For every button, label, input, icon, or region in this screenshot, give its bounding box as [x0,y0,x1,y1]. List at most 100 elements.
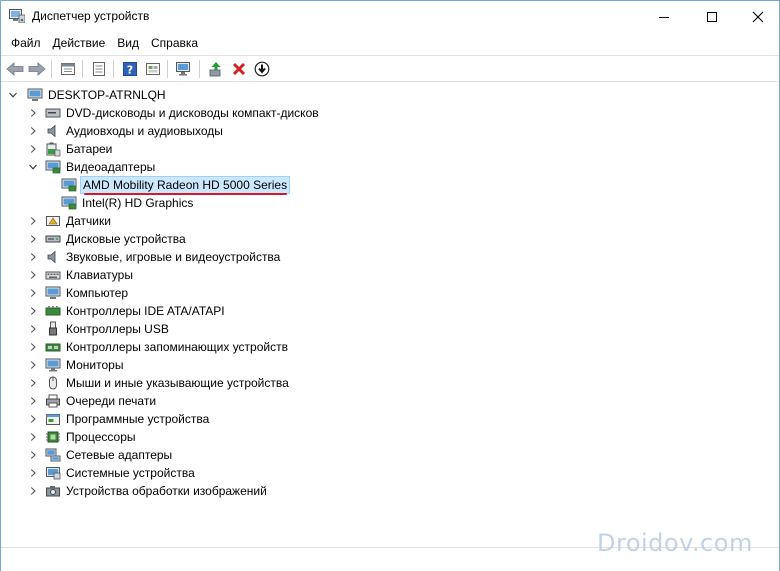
tree-category[interactable]: Мыши и иные указывающие устройства [27,374,291,392]
help-icon: ? [123,62,137,77]
chevron-right-icon[interactable] [27,320,39,338]
tree-category-label: Очереди печати [66,394,157,408]
mouse-icon [45,375,61,391]
keyboard-icon [45,267,61,283]
tree-category[interactable]: Контроллеры IDE ATA/ATAPI [27,302,227,320]
tree-root-label: DESKTOP-ATRNLQH [48,88,166,102]
tree-category[interactable]: Устройства обработки изображений [27,482,269,500]
chevron-right-icon[interactable] [27,248,39,266]
software-device-icon [45,411,61,427]
tree-device-label: Intel(R) HD Graphics [82,196,194,210]
chevron-right-icon[interactable] [27,464,39,482]
tree-category[interactable]: Аудиовходы и аудиовыходы [27,122,225,140]
chevron-down-icon[interactable] [27,158,39,176]
tree-category[interactable]: Дисковые устройства [27,230,188,248]
tree-device[interactable]: Intel(R) HD Graphics [51,194,195,212]
disk-icon [45,231,61,247]
chevron-right-icon[interactable] [27,140,39,158]
chevron-right-icon[interactable] [27,356,39,374]
tree-category[interactable]: Очереди печати [27,392,158,410]
chevron-right-icon[interactable] [27,392,39,410]
storage-controller-icon [45,339,61,355]
monitor-icon [45,357,61,373]
update-driver-icon [209,62,221,77]
chevron-right-icon[interactable] [27,212,39,230]
chevron-down-icon[interactable] [7,86,19,104]
chevron-right-icon[interactable] [27,410,39,428]
menu-help[interactable]: Справка [145,32,204,54]
forward-button[interactable] [27,59,47,79]
toolbar: ? [1,55,779,82]
dvd-icon [45,105,61,121]
tree-category[interactable]: Видеоадаптеры [27,158,157,176]
tree-category-label: Дисковые устройства [66,232,186,246]
update-driver-button[interactable] [206,59,226,79]
tree-root[interactable]: DESKTOP-ATRNLQH [7,86,168,104]
tree-category-label: Сетевые адаптеры [66,448,173,462]
tree-category[interactable]: Клавиатуры [27,266,135,284]
printer-icon [45,393,61,409]
tree-category[interactable]: Звуковые, игровые и видеоустройства [27,248,282,266]
chevron-right-icon[interactable] [27,104,39,122]
menu-file[interactable]: Файл [5,32,47,54]
chevron-right-icon[interactable] [27,338,39,356]
chevron-right-icon[interactable] [27,374,39,392]
menu-action[interactable]: Действие [47,32,112,54]
chevron-right-icon[interactable] [27,428,39,446]
device-manager-app-icon [9,9,25,23]
tree-category[interactable]: Батареи [27,140,114,158]
chevron-right-icon[interactable] [27,266,39,284]
tree-category[interactable]: Контроллеры USB [27,320,171,338]
menu-view[interactable]: Вид [111,32,145,54]
tree-category[interactable]: Программные устройства [27,410,211,428]
tree-category-label: Аудиовходы и аудиовыходы [66,124,223,138]
tree-category[interactable]: Процессоры [27,428,138,446]
show-hidden-button[interactable] [143,59,163,79]
tree-category-label: Мыши и иные указывающие устройства [66,376,289,390]
selection-underline-annotation [84,193,287,195]
ide-controller-icon [45,303,61,319]
tree-category[interactable]: Компьютер [27,284,130,302]
tree-category[interactable]: Контроллеры запоминающих устройств [27,338,290,356]
close-button[interactable] [735,1,780,32]
camera-icon [45,483,61,499]
delete-device-button[interactable] [229,59,249,79]
chevron-right-icon[interactable] [27,446,39,464]
tree-category-label: Мониторы [66,358,124,372]
tree-category-label: Контроллеры IDE ATA/ATAPI [66,304,225,318]
scan-hardware-button[interactable] [174,59,194,79]
maximize-button[interactable] [689,1,735,32]
tree-device[interactable]: AMD Mobility Radeon HD 5000 Series [51,176,291,194]
properties-button[interactable] [58,59,78,79]
tree-category-label: Системные устройства [66,466,195,480]
display-adapter-icon [61,177,77,193]
tree-category[interactable]: Датчики [27,212,113,230]
tree-category[interactable]: Мониторы [27,356,125,374]
chevron-right-icon[interactable] [27,482,39,500]
back-button[interactable] [5,59,25,79]
download-icon [254,61,270,77]
display-adapter-icon [45,159,61,175]
tree-category[interactable]: DVD-дисководы и дисководы компакт-дисков [27,104,321,122]
tree-category-label: Процессоры [66,430,136,444]
usb-icon [45,321,61,337]
tree-category-label: Видеоадаптеры [66,160,156,174]
title-bar: Диспетчер устройств [1,1,779,32]
tree-category-label: Устройства обработки изображений [66,484,267,498]
tree-category[interactable]: Системные устройства [27,464,197,482]
view-button[interactable] [89,59,109,79]
help-button[interactable]: ? [120,59,140,79]
processor-icon [45,429,61,445]
tree-category[interactable]: Сетевые адаптеры [27,446,174,464]
network-adapter-icon [45,447,61,463]
install-driver-button[interactable] [252,59,272,79]
chevron-right-icon[interactable] [27,122,39,140]
computer-icon [45,285,61,301]
chevron-right-icon[interactable] [27,302,39,320]
minimize-button[interactable] [641,1,687,32]
chevron-right-icon[interactable] [27,284,39,302]
tree-category-label: Звуковые, игровые и видеоустройства [66,250,281,264]
display-adapter-icon [61,195,77,211]
chevron-right-icon[interactable] [27,230,39,248]
device-tree: DESKTOP-ATRNLQH DVD-дисководы и дисковод… [1,83,779,547]
